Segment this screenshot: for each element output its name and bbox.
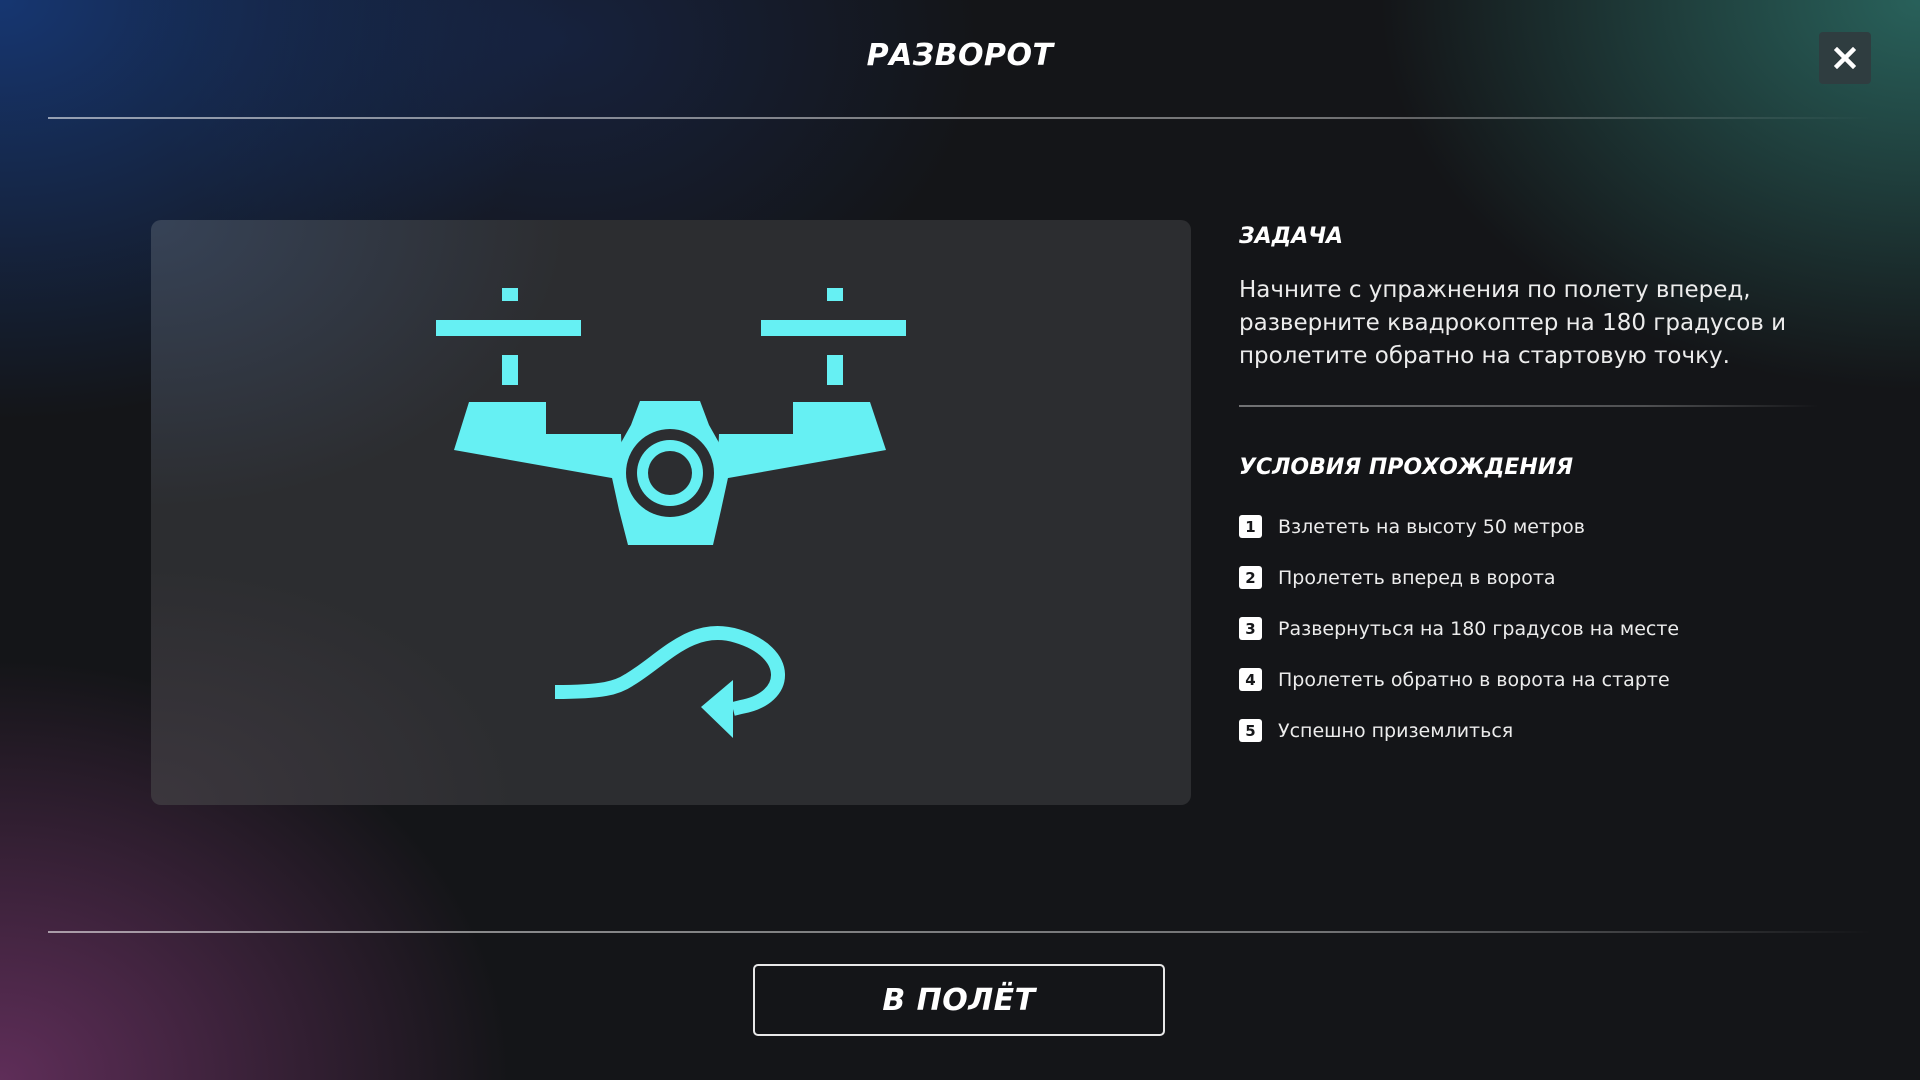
task-description: Начните с упражнения по полету вперед, р… [1239, 274, 1809, 373]
condition-item: 3 Развернуться на 180 градусов на месте [1239, 603, 1839, 654]
conditions-heading: УСЛОВИЯ ПРОХОЖДЕНИЯ [1239, 455, 1574, 480]
condition-item: 5 Успешно приземлиться [1239, 705, 1839, 756]
page-title: РАЗВОРОТ [866, 38, 1054, 73]
task-line: разверните квадрокоптер на 180 градусов … [1239, 310, 1787, 336]
condition-item: 2 Пролететь вперед в ворота [1239, 552, 1839, 603]
close-icon [1834, 47, 1856, 69]
condition-text: Пролететь обратно в ворота на старте [1278, 668, 1670, 691]
step-number-badge: 3 [1239, 617, 1262, 640]
condition-text: Успешно приземлиться [1278, 719, 1514, 742]
drone-icon [436, 288, 906, 545]
illustration-panel [151, 220, 1191, 805]
step-number-badge: 1 [1239, 515, 1262, 538]
task-line: Начните с упражнения по полету вперед, [1239, 277, 1751, 303]
header-divider [48, 117, 1872, 119]
task-heading: ЗАДАЧА [1239, 224, 1344, 249]
task-line: пролетите обратно на стартовую точку. [1239, 343, 1730, 369]
conditions-list: 1 Взлететь на высоту 50 метров 2 Пролете… [1239, 501, 1839, 756]
step-number-badge: 2 [1239, 566, 1262, 589]
condition-item: 1 Взлететь на высоту 50 метров [1239, 501, 1839, 552]
u-turn-arrow-icon [554, 626, 785, 738]
condition-text: Пролететь вперед в ворота [1278, 566, 1556, 589]
start-flight-button[interactable]: В ПОЛЁТ [753, 964, 1165, 1036]
section-divider [1239, 405, 1819, 407]
mission-info: ЗАДАЧА Начните с упражнения по полету вп… [1239, 222, 1839, 756]
condition-text: Взлететь на высоту 50 метров [1278, 515, 1585, 538]
close-button[interactable] [1819, 32, 1871, 84]
mission-briefing-screen: РАЗВОРОТ ЗАДАЧА Начните с упражнения по … [0, 0, 1920, 1080]
step-number-badge: 4 [1239, 668, 1262, 691]
condition-text: Развернуться на 180 градусов на месте [1278, 617, 1680, 640]
footer-divider [48, 931, 1872, 933]
step-number-badge: 5 [1239, 719, 1262, 742]
condition-item: 4 Пролететь обратно в ворота на старте [1239, 654, 1839, 705]
